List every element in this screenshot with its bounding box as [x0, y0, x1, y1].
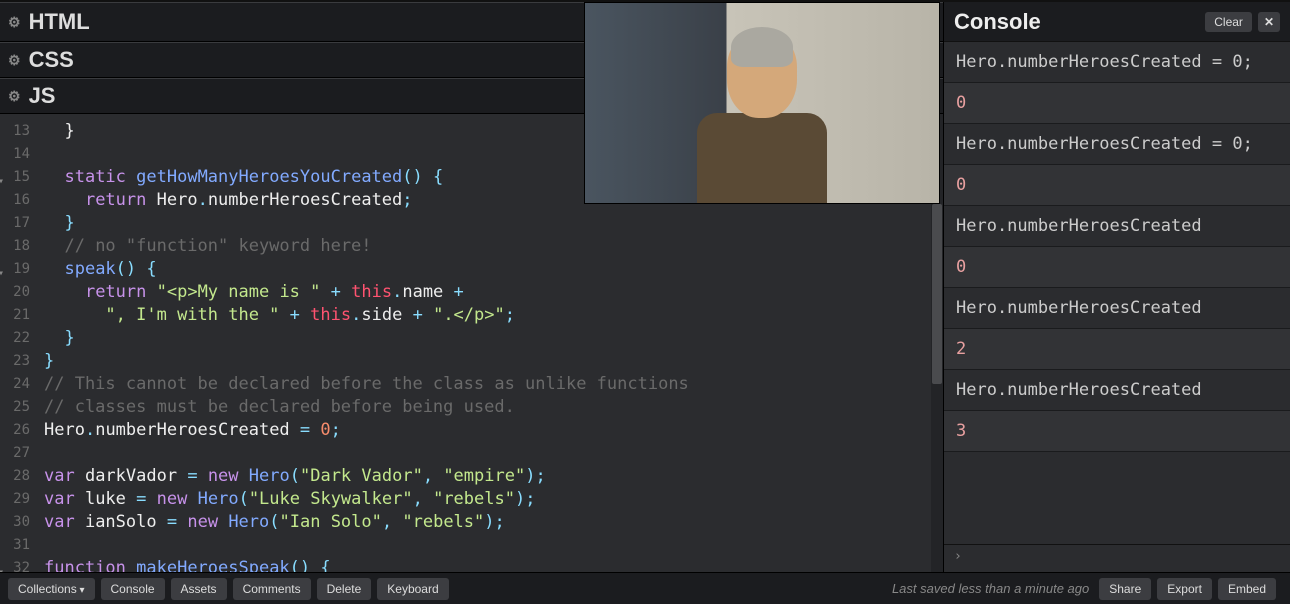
console-row: Hero.numberHeroesCreated = 0;	[944, 124, 1290, 165]
share-button[interactable]: Share	[1099, 578, 1151, 600]
line-gutter: 131415▾16171819▾202122232425262728293031…	[0, 114, 36, 572]
clear-button[interactable]: Clear	[1205, 12, 1252, 32]
console-row: 3	[944, 411, 1290, 452]
console-row: Hero.numberHeroesCreated	[944, 370, 1290, 411]
delete-button[interactable]: Delete	[317, 578, 372, 600]
save-status: Last saved less than a minute ago	[892, 581, 1089, 596]
footer-bar: Collections Console Assets Comments Dele…	[0, 572, 1290, 604]
assets-button[interactable]: Assets	[171, 578, 227, 600]
console-header: Console Clear ✕	[944, 2, 1290, 42]
collections-button[interactable]: Collections	[8, 578, 95, 600]
console-output[interactable]: Hero.numberHeroesCreated = 0;0Hero.numbe…	[944, 42, 1290, 544]
comments-button[interactable]: Comments	[233, 578, 311, 600]
gear-icon[interactable]: ⚙	[8, 88, 21, 105]
console-row: 2	[944, 329, 1290, 370]
console-row: Hero.numberHeroesCreated	[944, 206, 1290, 247]
gear-icon[interactable]: ⚙	[8, 52, 21, 69]
scrollbar-thumb[interactable]	[932, 204, 942, 384]
js-panel-title: JS	[29, 83, 56, 109]
css-panel-title: CSS	[29, 47, 74, 73]
keyboard-button[interactable]: Keyboard	[377, 578, 448, 600]
console-row: Hero.numberHeroesCreated	[944, 288, 1290, 329]
prompt-icon: ›	[954, 549, 962, 564]
console-title: Console	[954, 9, 1199, 35]
console-row: 0	[944, 83, 1290, 124]
console-input[interactable]: ›	[944, 544, 1290, 572]
video-overlay[interactable]	[584, 2, 940, 204]
console-row: 0	[944, 247, 1290, 288]
console-row: Hero.numberHeroesCreated = 0;	[944, 42, 1290, 83]
close-button[interactable]: ✕	[1258, 12, 1280, 32]
html-panel-title: HTML	[29, 9, 90, 35]
export-button[interactable]: Export	[1157, 578, 1212, 600]
console-row: 0	[944, 165, 1290, 206]
gear-icon[interactable]: ⚙	[8, 14, 21, 31]
embed-button[interactable]: Embed	[1218, 578, 1276, 600]
console-button[interactable]: Console	[101, 578, 165, 600]
